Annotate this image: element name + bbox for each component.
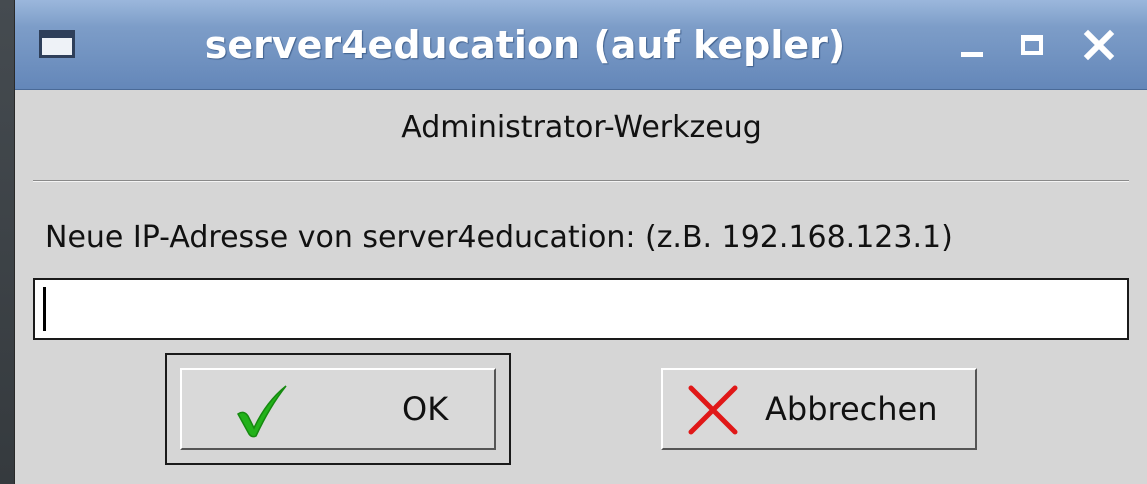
window-menu-icon[interactable] (39, 30, 75, 58)
close-button[interactable] (1081, 27, 1117, 63)
ip-prompt-label: Neue IP-Adresse von server4education: (z… (45, 220, 953, 255)
dialog-window: server4education (auf kepler) Administra… (14, 0, 1147, 484)
maximize-icon (1021, 35, 1043, 55)
window-title: server4education (auf kepler) (204, 23, 846, 67)
ok-button-label: OK (402, 390, 449, 428)
separator (33, 180, 1129, 182)
x-cross-icon (688, 385, 738, 435)
minimize-button[interactable] (955, 27, 991, 63)
dialog-heading: Administrator-Werkzeug (401, 110, 762, 145)
checkmark-icon (237, 385, 287, 438)
text-caret (43, 287, 46, 331)
maximize-button[interactable] (1015, 27, 1051, 63)
ok-button[interactable]: OK (180, 368, 496, 450)
cancel-button[interactable]: Abbrechen (661, 368, 977, 450)
dialog-content: Administrator-Werkzeug Neue IP-Adresse v… (15, 90, 1147, 484)
ip-address-input[interactable] (33, 278, 1129, 340)
title-bar[interactable]: server4education (auf kepler) (15, 0, 1147, 90)
cancel-button-label: Abbrechen (765, 390, 938, 428)
close-icon (1083, 29, 1115, 61)
minimize-icon (961, 52, 983, 57)
